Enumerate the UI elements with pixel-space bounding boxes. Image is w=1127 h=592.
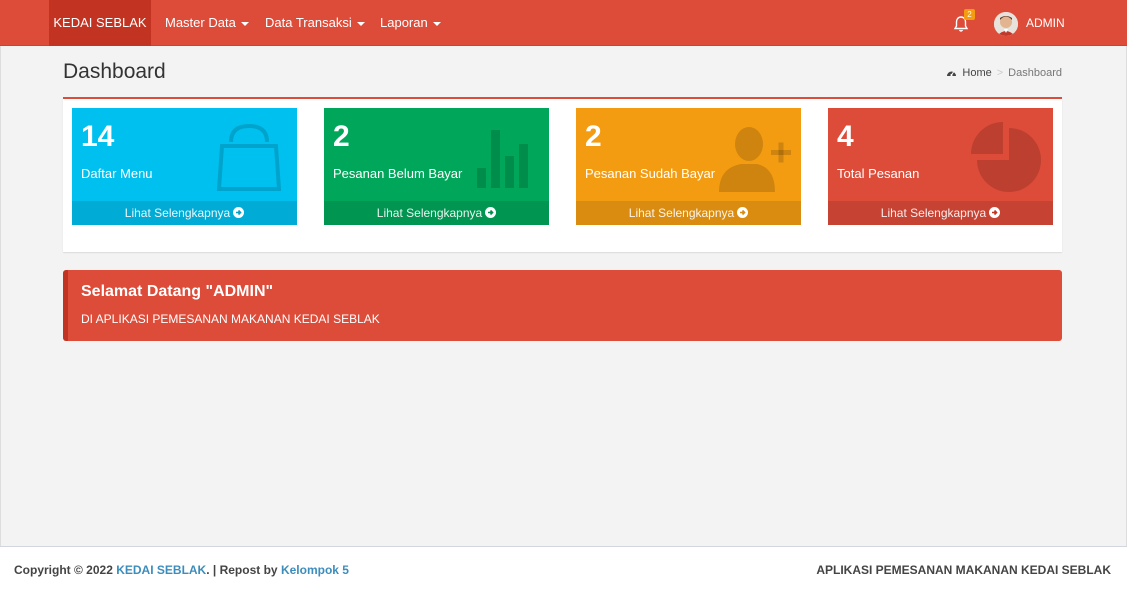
nav-data-transaksi-label: Data Transaksi — [265, 15, 352, 30]
caret-down-icon — [432, 21, 441, 26]
dashboard-icon — [947, 71, 957, 77]
breadcrumb: Home > Dashboard — [946, 67, 1062, 79]
nav-laporan-label: Laporan — [380, 15, 428, 30]
page-footer: Copyright © 2022 KEDAI SEBLAK. | Repost … — [0, 546, 1127, 592]
stat-value: 2 — [333, 120, 350, 153]
user-plus-icon — [713, 116, 793, 196]
arrow-circle-right-icon — [737, 207, 749, 218]
stat-label: Daftar Menu — [81, 166, 153, 181]
arrow-circle-right-icon — [989, 207, 1001, 218]
stat-card-total-pesanan: 4 Total Pesanan Lihat Selengkapnya — [828, 108, 1053, 225]
caret-down-icon — [356, 21, 365, 26]
welcome-callout: Selamat Datang "ADMIN" DI APLIKASI PEMES… — [63, 270, 1062, 341]
footer-app-name: APLIKASI PEMESANAN MAKANAN KEDAI SEBLAK — [816, 563, 1111, 577]
stat-value: 2 — [585, 120, 602, 153]
brand-link[interactable]: KEDAI SEBLAK — [49, 0, 151, 46]
footer-copyright: Copyright © 2022 KEDAI SEBLAK. | Repost … — [14, 563, 349, 577]
stat-card-pesanan-sudah-bayar: 2 Pesanan Sudah Bayar Lihat Selengkapnya — [576, 108, 801, 225]
notification-badge: 2 — [964, 9, 975, 20]
caret-down-icon — [240, 21, 249, 26]
more-info-label: Lihat Selengkapnya — [376, 206, 483, 220]
pie-chart-icon — [965, 116, 1045, 196]
page-title: Dashboard — [63, 60, 166, 83]
shopping-bag-icon — [209, 116, 289, 196]
arrow-circle-right-icon — [485, 207, 497, 218]
user-avatar[interactable] — [994, 12, 1018, 36]
more-info-link[interactable]: Lihat Selengkapnya — [324, 201, 549, 225]
stat-card-daftar-menu: 14 Daftar Menu Lihat Selengkapnya — [72, 108, 297, 225]
nav-master-data-label: Master Data — [165, 15, 236, 30]
user-menu-name[interactable]: ADMIN — [1026, 0, 1065, 46]
repost-text: . | Repost by — [206, 563, 278, 577]
stat-label: Pesanan Sudah Bayar — [585, 166, 716, 181]
copyright-text: Copyright © 2022 — [14, 563, 113, 577]
welcome-subtitle: DI APLIKASI PEMESANAN MAKANAN KEDAI SEBL… — [81, 312, 380, 326]
more-info-label: Lihat Selengkapnya — [124, 206, 231, 220]
stat-label: Pesanan Belum Bayar — [333, 166, 463, 181]
nav-master-data[interactable]: Master Data — [165, 0, 249, 46]
footer-brand-link[interactable]: KEDAI SEBLAK — [116, 563, 206, 577]
top-navbar: KEDAI SEBLAK Master Data Data Transaksi … — [0, 0, 1127, 46]
breadcrumb-separator: > — [996, 67, 1004, 79]
more-info-label: Lihat Selengkapnya — [880, 206, 987, 220]
more-info-link[interactable]: Lihat Selengkapnya — [72, 201, 297, 225]
stat-value: 4 — [837, 120, 854, 153]
breadcrumb-home[interactable]: Home — [962, 67, 991, 79]
stat-label: Total Pesanan — [837, 166, 920, 181]
arrow-circle-right-icon — [233, 207, 245, 218]
nav-data-transaksi[interactable]: Data Transaksi — [265, 0, 365, 46]
welcome-title: Selamat Datang "ADMIN" — [81, 283, 274, 300]
bar-chart-icon — [461, 116, 541, 196]
stat-value: 14 — [81, 120, 115, 153]
breadcrumb-current: Dashboard — [1008, 67, 1062, 79]
stat-card-pesanan-belum-bayar: 2 Pesanan Belum Bayar Lihat Selengkapnya — [324, 108, 549, 225]
more-info-link[interactable]: Lihat Selengkapnya — [576, 201, 801, 225]
footer-author-link[interactable]: Kelompok 5 — [281, 563, 349, 577]
nav-laporan[interactable]: Laporan — [380, 0, 441, 46]
left-border — [0, 46, 1, 546]
more-info-link[interactable]: Lihat Selengkapnya — [828, 201, 1053, 225]
more-info-label: Lihat Selengkapnya — [628, 206, 735, 220]
